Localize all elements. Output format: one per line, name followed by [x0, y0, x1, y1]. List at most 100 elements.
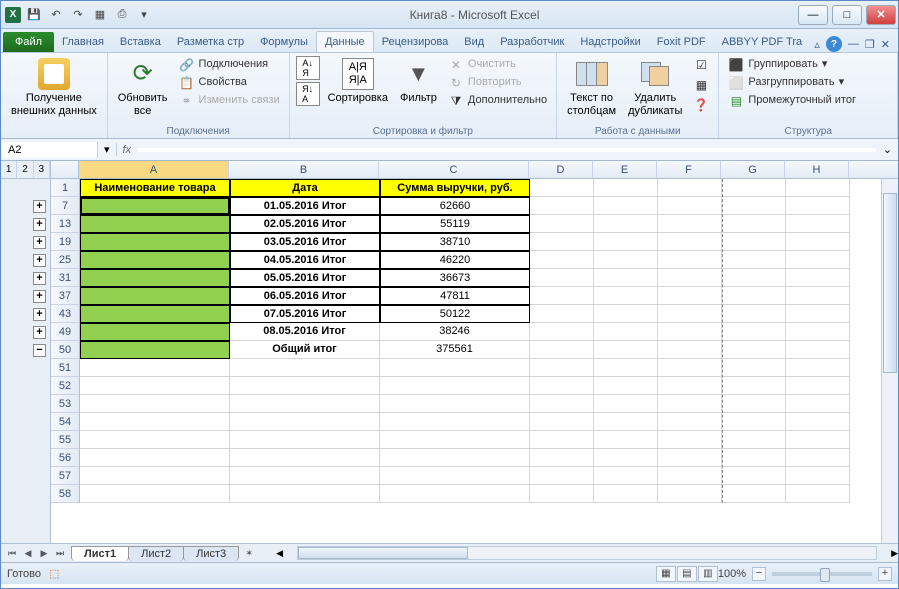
cell[interactable]: 38710: [380, 233, 530, 251]
cell[interactable]: [380, 359, 530, 377]
tab-view[interactable]: Вид: [456, 32, 492, 52]
edit-links-button[interactable]: ⚭Изменить связи: [176, 92, 283, 110]
sheet-nav-prev[interactable]: ◀: [21, 546, 35, 560]
zoom-out-button[interactable]: −: [752, 567, 766, 581]
cell[interactable]: [658, 215, 722, 233]
cell[interactable]: [530, 305, 594, 323]
cell[interactable]: [722, 305, 786, 323]
column-header-F[interactable]: F: [657, 161, 721, 178]
cell[interactable]: [658, 431, 722, 449]
cell[interactable]: [230, 449, 380, 467]
close-button[interactable]: ✕: [866, 5, 896, 25]
cell[interactable]: [530, 197, 594, 215]
row-header[interactable]: 49: [51, 323, 79, 341]
cell[interactable]: [658, 485, 722, 503]
cell[interactable]: [658, 359, 722, 377]
qat-chart[interactable]: ▦: [91, 6, 109, 24]
cell[interactable]: [230, 395, 380, 413]
outline-collapse-button[interactable]: −: [33, 344, 46, 357]
cell[interactable]: [786, 215, 850, 233]
cell[interactable]: [786, 395, 850, 413]
zoom-level[interactable]: 100%: [718, 568, 746, 580]
cell[interactable]: [658, 377, 722, 395]
cell[interactable]: [722, 413, 786, 431]
row-header[interactable]: 25: [51, 251, 79, 269]
cell[interactable]: Дата: [230, 179, 380, 197]
cell[interactable]: [380, 467, 530, 485]
cell[interactable]: [786, 233, 850, 251]
cell[interactable]: 375561: [380, 341, 530, 359]
cell[interactable]: [530, 449, 594, 467]
cell[interactable]: [230, 431, 380, 449]
sheet-nav-next[interactable]: ▶: [37, 546, 51, 560]
get-external-data-button[interactable]: Получение внешних данных: [7, 56, 101, 120]
data-validation-button[interactable]: ☑: [690, 56, 712, 74]
macro-record-icon[interactable]: ⬚: [49, 567, 59, 580]
outline-expand-button[interactable]: +: [33, 200, 46, 213]
sort-asc-button[interactable]: А↓Я: [296, 56, 320, 80]
cell[interactable]: [722, 485, 786, 503]
cell[interactable]: 36673: [380, 269, 530, 287]
consolidate-button[interactable]: ▦: [690, 76, 712, 94]
ribbon-minimize-icon[interactable]: ▵: [814, 38, 820, 51]
tab-developer[interactable]: Разработчик: [492, 32, 572, 52]
cell[interactable]: [786, 449, 850, 467]
cell[interactable]: 01.05.2016 Итог: [230, 197, 380, 215]
cell[interactable]: [658, 179, 722, 197]
outline-level-1[interactable]: 1: [1, 161, 17, 178]
tab-layout[interactable]: Разметка стр: [169, 32, 252, 52]
column-header-B[interactable]: B: [229, 161, 379, 178]
cell[interactable]: [786, 341, 850, 359]
cell[interactable]: [786, 323, 850, 341]
cell[interactable]: [658, 323, 722, 341]
sort-button[interactable]: А|ЯЯ|А Сортировка: [324, 56, 392, 107]
cell[interactable]: 07.05.2016 Итог: [230, 305, 380, 323]
cell[interactable]: [594, 233, 658, 251]
filter-button[interactable]: ▼ Фильтр: [396, 56, 441, 107]
cell[interactable]: [658, 467, 722, 485]
row-header[interactable]: 54: [51, 413, 79, 431]
cell[interactable]: [80, 431, 230, 449]
outline-expand-button[interactable]: +: [33, 272, 46, 285]
cell[interactable]: [530, 251, 594, 269]
row-header[interactable]: 58: [51, 485, 79, 503]
cell[interactable]: [530, 467, 594, 485]
row-header[interactable]: 37: [51, 287, 79, 305]
cell[interactable]: [80, 197, 230, 215]
cell[interactable]: [530, 341, 594, 359]
remove-duplicates-button[interactable]: Удалить дубликаты: [624, 56, 686, 120]
minimize-button[interactable]: —: [798, 5, 828, 25]
wb-restore[interactable]: ❐: [865, 38, 875, 51]
qat-redo[interactable]: ↷: [69, 6, 87, 24]
cell[interactable]: [380, 431, 530, 449]
cell[interactable]: [722, 179, 786, 197]
cell[interactable]: [230, 467, 380, 485]
cell[interactable]: [722, 341, 786, 359]
formula-input[interactable]: [138, 148, 876, 152]
name-box-dropdown[interactable]: ▾: [98, 143, 117, 156]
cell[interactable]: [80, 269, 230, 287]
cell[interactable]: [658, 269, 722, 287]
outline-expand-button[interactable]: +: [33, 236, 46, 249]
tab-data[interactable]: Данные: [316, 31, 374, 52]
cell[interactable]: [380, 449, 530, 467]
zoom-in-button[interactable]: +: [878, 567, 892, 581]
cell[interactable]: [80, 305, 230, 323]
row-header[interactable]: 31: [51, 269, 79, 287]
row-header[interactable]: 13: [51, 215, 79, 233]
outline-level-2[interactable]: 2: [17, 161, 33, 178]
cell[interactable]: Общий итог: [230, 341, 380, 359]
vertical-scrollbar[interactable]: [881, 179, 898, 543]
tab-abbyy[interactable]: ABBYY PDF Tra: [714, 32, 811, 52]
properties-button[interactable]: 📋Свойства: [176, 74, 283, 92]
cell[interactable]: 03.05.2016 Итог: [230, 233, 380, 251]
cell[interactable]: [80, 467, 230, 485]
cell[interactable]: [594, 215, 658, 233]
cell[interactable]: [658, 413, 722, 431]
group-button[interactable]: ⬛Группировать▾: [725, 56, 859, 74]
cell[interactable]: [230, 377, 380, 395]
cell[interactable]: [658, 341, 722, 359]
cell[interactable]: [594, 377, 658, 395]
tab-insert[interactable]: Вставка: [112, 32, 169, 52]
cell[interactable]: [530, 287, 594, 305]
